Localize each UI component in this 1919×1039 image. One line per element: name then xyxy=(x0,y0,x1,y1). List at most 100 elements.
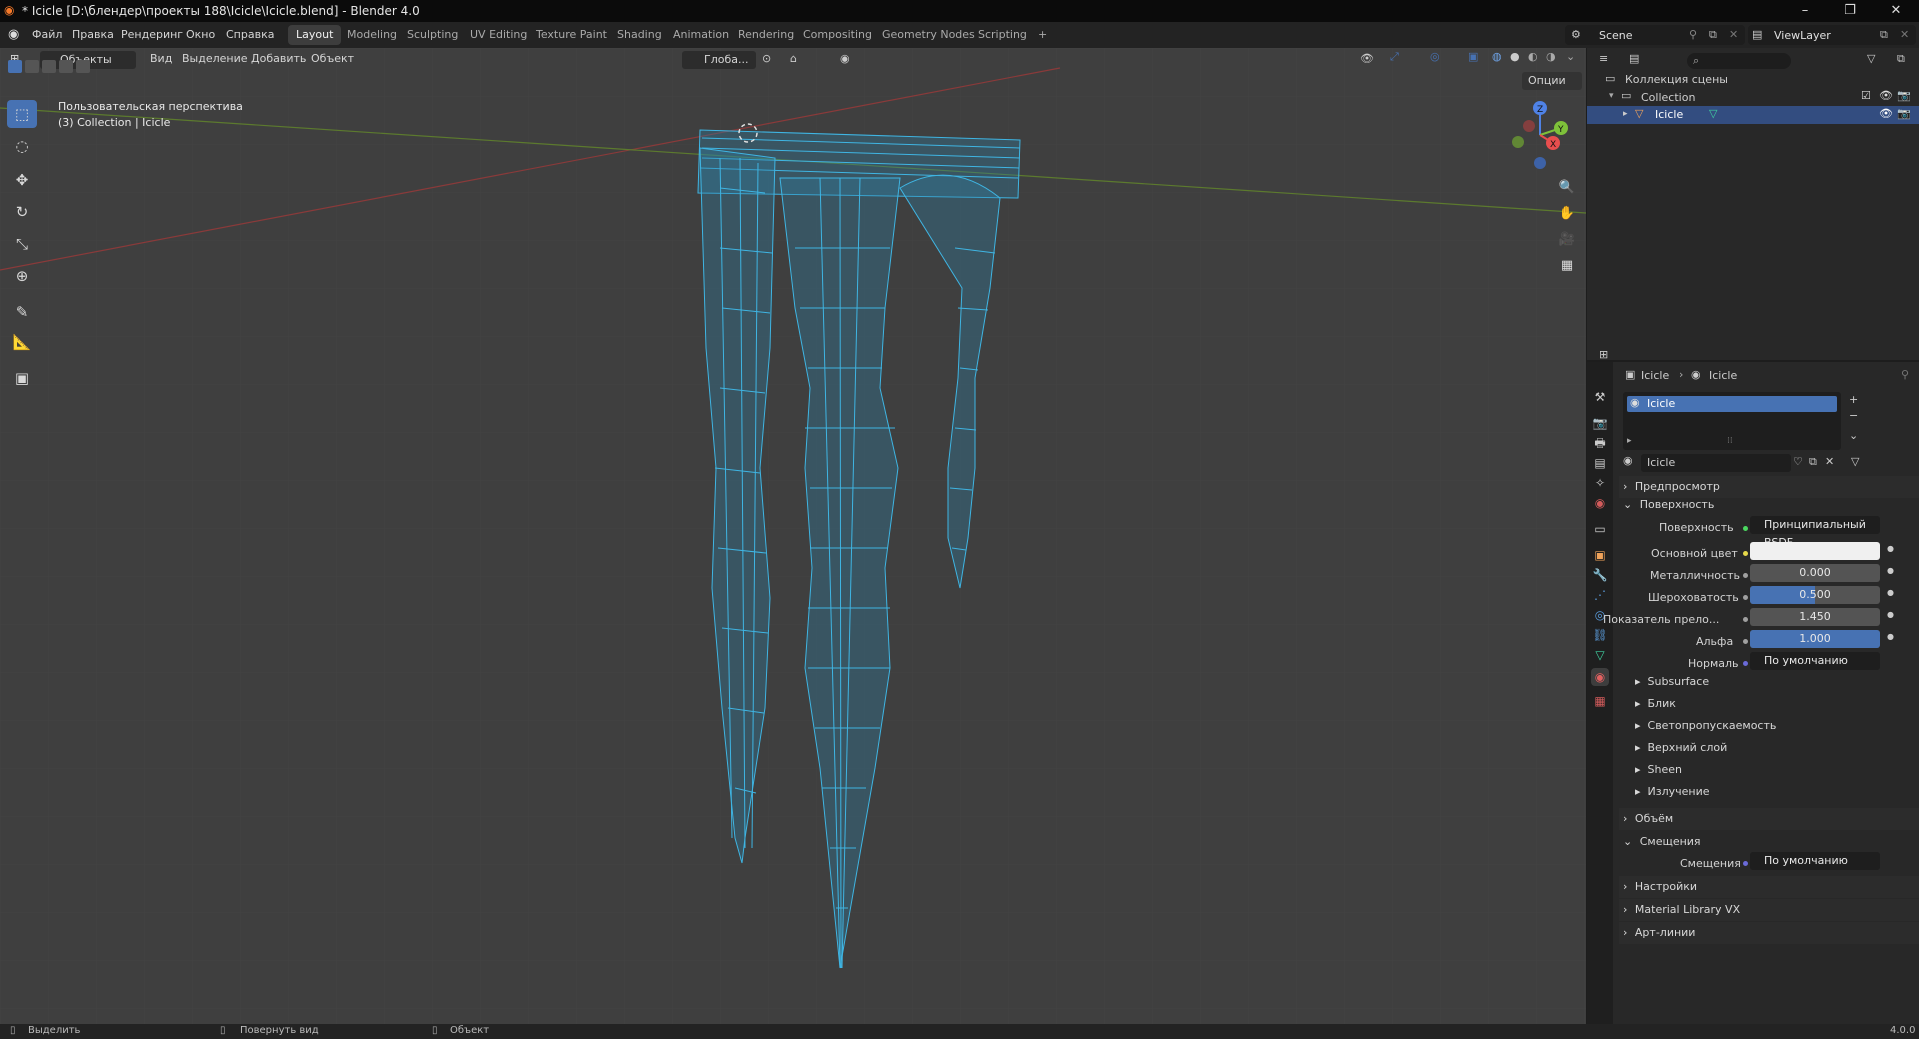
base-color-swatch[interactable] xyxy=(1750,542,1880,560)
rendered-shading-icon[interactable]: ◑ xyxy=(1546,50,1556,63)
visibility-icon[interactable]: 👁 xyxy=(1360,52,1374,65)
roughness-slider[interactable]: 0.500 xyxy=(1750,586,1880,604)
scale-tool-icon[interactable]: ⤡ xyxy=(7,230,37,258)
viewlayer-selector[interactable]: ▤ ViewLayer ⧉ ✕ xyxy=(1748,25,1916,45)
menu-select[interactable]: Выделение xyxy=(182,52,248,65)
select-subtract-icon[interactable] xyxy=(42,60,56,73)
alpha-keyframe-icon[interactable]: ● xyxy=(1887,632,1894,641)
settings-panel-header[interactable]: › Настройки xyxy=(1619,876,1919,898)
alpha-slider[interactable]: 1.000 xyxy=(1750,630,1880,648)
coat-expand[interactable]: ▸ Верхний слой xyxy=(1635,741,1727,754)
metallic-keyframe-icon[interactable]: ● xyxy=(1887,566,1894,575)
menu-help[interactable]: Справка xyxy=(226,28,274,41)
annotate-tool-icon[interactable]: ✎ xyxy=(7,298,37,326)
tab-uv-editing[interactable]: UV Editing xyxy=(462,25,535,45)
surface-shader-field[interactable]: Принципиальный BSDF xyxy=(1750,516,1880,549)
menu-render[interactable]: Рендеринг xyxy=(121,28,183,41)
new-scene-icon[interactable]: ⧉ xyxy=(1709,28,1717,42)
remove-slot-button[interactable]: − xyxy=(1849,409,1858,422)
pin-properties-icon[interactable]: ⚲ xyxy=(1901,368,1909,381)
pin-icon[interactable]: ⚲ xyxy=(1689,28,1697,41)
output-tab-icon[interactable]: 🖶 xyxy=(1591,434,1609,452)
tab-animation[interactable]: Animation xyxy=(665,25,737,45)
tab-rendering[interactable]: Rendering xyxy=(730,25,802,45)
normal-field[interactable]: По умолчанию xyxy=(1750,652,1880,670)
collection-exclude-checkbox[interactable]: ☑ xyxy=(1861,89,1871,102)
tab-shading[interactable]: Shading xyxy=(609,25,670,45)
slot-specials-icon[interactable]: ⌄ xyxy=(1849,429,1858,442)
material-filter-icon[interactable]: ▽ xyxy=(1851,455,1859,468)
delete-scene-icon[interactable]: ✕ xyxy=(1729,28,1738,41)
slot-list-expand-icon[interactable]: ▸ xyxy=(1627,436,1632,446)
overlay-toggle-icon[interactable]: ◎ xyxy=(1430,50,1440,63)
data-tab-icon[interactable]: ▽ xyxy=(1591,646,1609,664)
view-layer-tab-icon[interactable]: ▤ xyxy=(1591,454,1609,472)
outliner-editor-icon[interactable]: ≡ xyxy=(1599,52,1608,65)
scene-selector[interactable]: ⚙ Scene ⚲ ⧉ ✕ xyxy=(1565,25,1745,45)
close-button[interactable]: ✕ xyxy=(1873,0,1919,22)
material-browse-icon[interactable]: ◉ xyxy=(1623,454,1633,467)
menu-add[interactable]: Добавить xyxy=(251,52,306,65)
collection-render-icon[interactable]: 📷 xyxy=(1897,89,1911,102)
select-invert-icon[interactable] xyxy=(76,60,90,73)
surface-panel-header[interactable]: ⌄ Поверхность xyxy=(1619,494,1919,516)
perspective-toggle-icon[interactable]: ▦ xyxy=(1556,254,1578,276)
scene-tab-icon[interactable]: ✧ xyxy=(1591,474,1609,492)
menu-window[interactable]: Окно xyxy=(186,28,215,41)
select-intersect-icon[interactable] xyxy=(59,60,73,73)
tab-geometry-nodes[interactable]: Geometry Nodes xyxy=(874,25,983,45)
ior-keyframe-icon[interactable]: ● xyxy=(1887,610,1894,619)
select-extend-icon[interactable] xyxy=(25,60,39,73)
collection-visibility-icon[interactable]: 👁 xyxy=(1879,89,1893,102)
wireframe-shading-icon[interactable]: ◍ xyxy=(1492,50,1502,63)
select-new-icon[interactable] xyxy=(8,60,22,73)
modifier-tab-icon[interactable]: 🔧 xyxy=(1591,566,1609,584)
viewport-scene[interactable] xyxy=(0,48,1586,1024)
3d-viewport[interactable]: ⊞ Объекты Вид Выделение Добавить Объект … xyxy=(0,48,1586,1024)
move-tool-icon[interactable]: ✥ xyxy=(7,166,37,194)
base-color-keyframe-icon[interactable]: ● xyxy=(1887,544,1894,553)
fake-user-icon[interactable]: ♡ xyxy=(1793,455,1803,468)
display-mode-icon[interactable]: ▤ xyxy=(1629,52,1639,65)
particles-tab-icon[interactable]: ⋰ xyxy=(1591,586,1609,604)
xray-toggle-icon[interactable]: ▣ xyxy=(1468,50,1478,63)
add-slot-button[interactable]: + xyxy=(1849,393,1858,406)
tool-tab-icon[interactable]: ⚒ xyxy=(1591,388,1609,406)
add-workspace-button[interactable]: + xyxy=(1030,25,1055,45)
emission-expand[interactable]: ▸ Излучение xyxy=(1635,785,1710,798)
tab-sculpting[interactable]: Sculpting xyxy=(399,25,466,45)
solid-shading-icon[interactable]: ● xyxy=(1510,50,1520,63)
blender-menu-icon[interactable]: ◉ xyxy=(8,27,19,42)
constraints-tab-icon[interactable]: ⛓ xyxy=(1591,626,1609,644)
shading-options-icon[interactable]: ⌄ xyxy=(1566,50,1575,63)
displacement-panel-header[interactable]: ⌄ Смещения xyxy=(1619,831,1919,853)
tab-compositing[interactable]: Compositing xyxy=(795,25,880,45)
object-expand-icon[interactable]: ▸ xyxy=(1623,109,1628,119)
camera-view-icon[interactable]: 🎥 xyxy=(1556,228,1578,250)
gizmo-toggle-icon[interactable]: ⤢ xyxy=(1390,50,1399,64)
minimize-button[interactable]: – xyxy=(1782,0,1828,22)
rotate-tool-icon[interactable]: ↻ xyxy=(7,198,37,226)
pivot-icon[interactable]: ⊙ xyxy=(762,52,771,65)
cursor-tool-icon[interactable]: ◌ xyxy=(7,132,37,160)
menu-view[interactable]: Вид xyxy=(150,52,172,65)
texture-tab-icon[interactable]: ▦ xyxy=(1591,692,1609,710)
collection-expand-icon[interactable]: ▾ xyxy=(1609,91,1614,101)
properties-editor-icon[interactable]: ⊞ xyxy=(1599,348,1608,361)
outliner-search-input[interactable]: ⌕ xyxy=(1687,53,1791,69)
menu-object[interactable]: Объект xyxy=(311,52,354,65)
proportional-edit-icon[interactable]: ◉ xyxy=(840,52,850,65)
ior-field[interactable]: 1.450 xyxy=(1750,608,1880,626)
roughness-keyframe-icon[interactable]: ● xyxy=(1887,588,1894,597)
outliner-row-icicle[interactable]: ▸ ▽ Icicle ▽ 👁 📷 xyxy=(1587,106,1919,124)
tab-texture-paint[interactable]: Texture Paint xyxy=(528,25,615,45)
sheen-expand[interactable]: ▸ Sheen xyxy=(1635,763,1682,776)
measure-tool-icon[interactable]: 📐 xyxy=(7,328,37,356)
menu-file[interactable]: Файл xyxy=(32,28,62,41)
new-collection-icon[interactable]: ⧉ xyxy=(1897,52,1905,66)
material-name-field[interactable]: Icicle xyxy=(1641,454,1791,472)
restore-button[interactable]: ❐ xyxy=(1827,0,1873,22)
world-tab-icon[interactable]: ◉ xyxy=(1591,494,1609,512)
transform-orientation-dropdown[interactable]: Глоба... xyxy=(682,51,756,69)
options-dropdown[interactable]: Опции xyxy=(1522,72,1582,90)
